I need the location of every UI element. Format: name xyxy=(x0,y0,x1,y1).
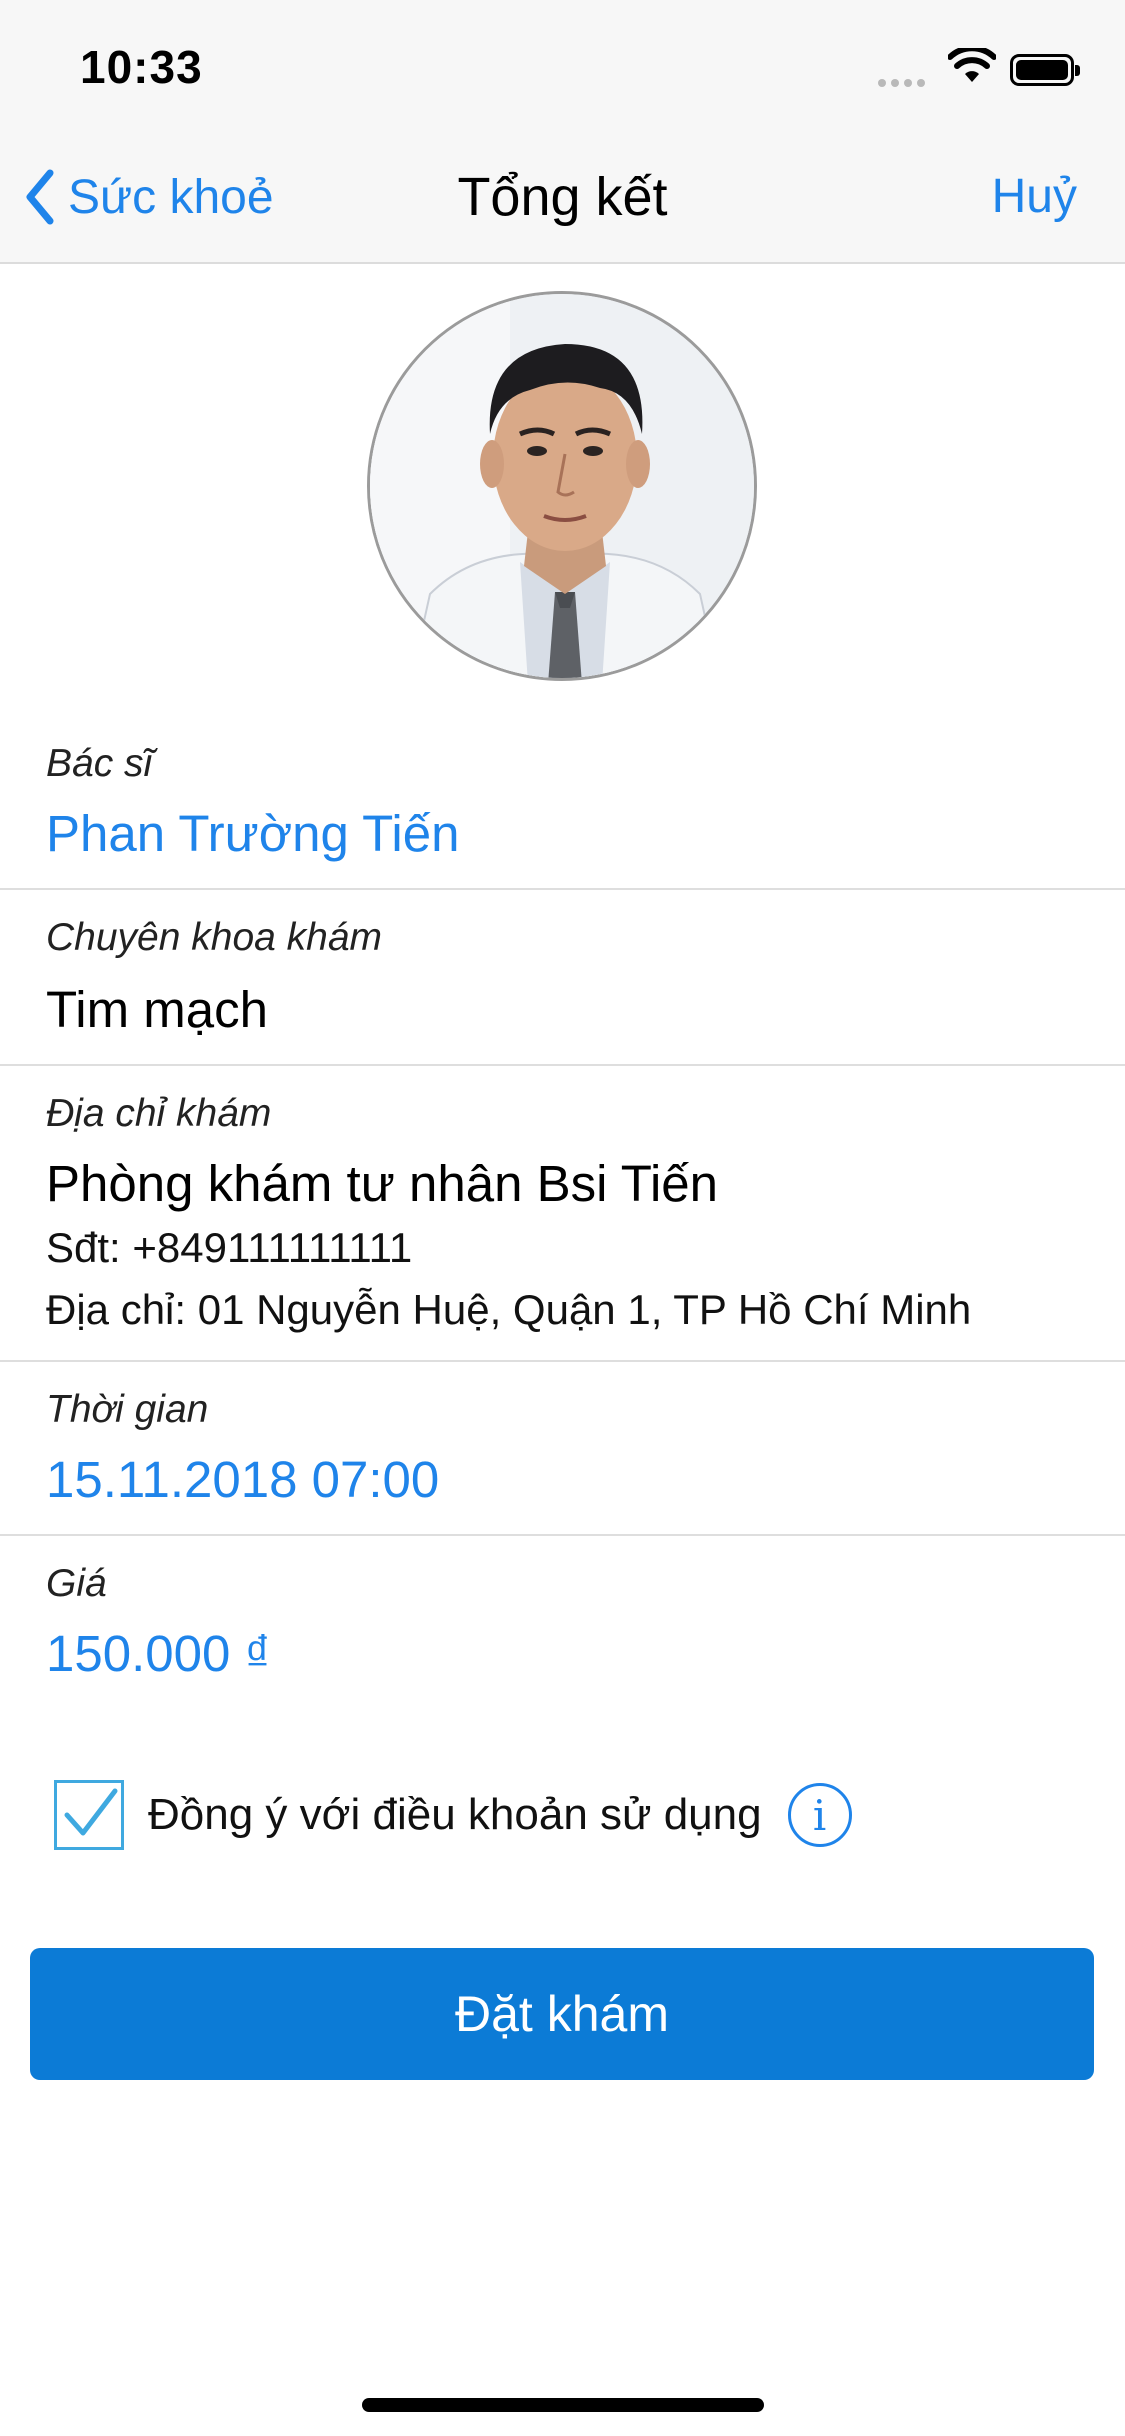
doctor-section: Bác sĩ Phan Trường Tiến xyxy=(0,716,1125,890)
book-appointment-button[interactable]: Đặt khám xyxy=(30,1948,1094,2080)
checkmark-icon xyxy=(64,1788,118,1836)
terms-row: Đồng ý với điều khoản sử dụng i xyxy=(54,1778,852,1852)
wifi-icon xyxy=(948,48,996,82)
cellular-signal-icon xyxy=(878,74,934,87)
navigation-bar: Sức khoẻ Tổng kết Huỷ xyxy=(0,132,1125,264)
time-section: Thời gian 15.11.2018 07:00 xyxy=(0,1362,1125,1536)
status-time: 10:33 xyxy=(80,41,203,93)
clinic-phone: Sđt: +849111111111 xyxy=(46,1224,413,1271)
address-section: Địa chỉ khám Phòng khám tư nhân Bsi Tiến… xyxy=(0,1066,1125,1362)
specialty-value: Tim mạch xyxy=(46,981,268,1038)
address-label: Địa chỉ khám xyxy=(46,1092,272,1135)
cancel-button[interactable]: Huỷ xyxy=(992,162,1077,232)
home-indicator xyxy=(362,2398,764,2412)
doctor-name[interactable]: Phan Trường Tiến xyxy=(46,804,459,863)
page-title: Tổng kết xyxy=(457,167,668,227)
doctor-label: Bác sĩ xyxy=(46,742,153,785)
time-label: Thời gian xyxy=(46,1388,209,1431)
price-label: Giá xyxy=(46,1562,107,1605)
doctor-avatar xyxy=(367,291,757,681)
specialty-label: Chuyên khoa khám xyxy=(46,916,383,959)
info-icon[interactable]: i xyxy=(787,1783,852,1847)
terms-checkbox[interactable] xyxy=(54,1780,124,1850)
doctor-portrait xyxy=(370,294,754,678)
clinic-name: Phòng khám tư nhân Bsi Tiến xyxy=(46,1155,719,1212)
specialty-section: Chuyên khoa khám Tim mạch xyxy=(0,890,1125,1066)
appointment-time[interactable]: 15.11.2018 07:00 xyxy=(46,1450,439,1509)
price-section: Giá 150.000 ₫ xyxy=(0,1536,1125,1710)
price-value: 150.000 ₫ xyxy=(46,1625,271,1682)
clinic-address: Địa chỉ: 01 Nguyễn Huệ, Quận 1, TP Hồ Ch… xyxy=(46,1286,972,1333)
status-bar: 10:33 xyxy=(0,0,1125,132)
terms-label: Đồng ý với điều khoản sử dụng xyxy=(148,1790,762,1839)
battery-icon xyxy=(1010,54,1080,86)
